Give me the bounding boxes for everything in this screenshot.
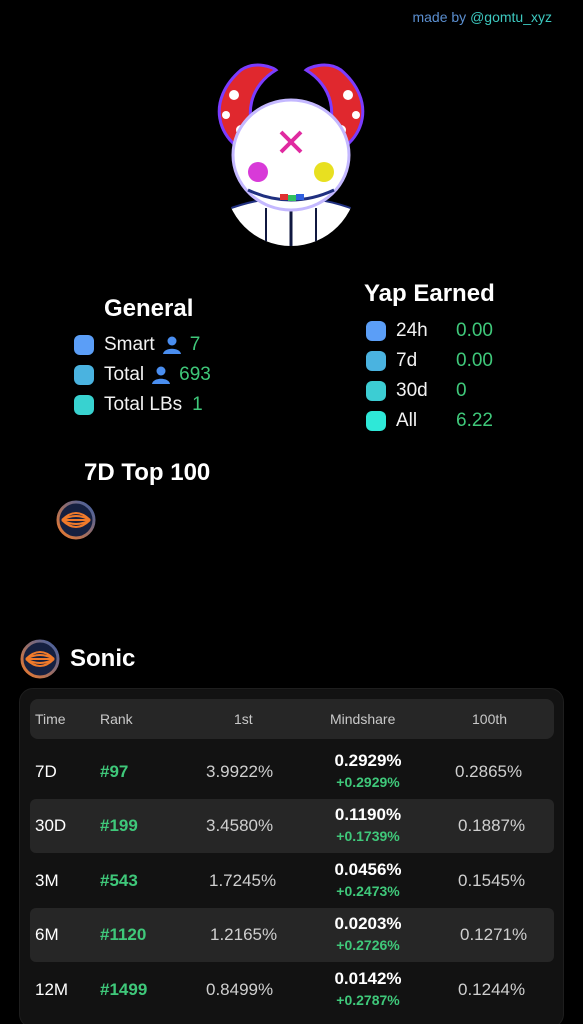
cell-mindshare: 0.1190% +0.1739% bbox=[313, 804, 423, 846]
yap-24h-value: 0.00 bbox=[456, 320, 493, 341]
header-first: 1st bbox=[234, 711, 253, 727]
yap-7d-value: 0.00 bbox=[456, 350, 493, 371]
header-rank: Rank bbox=[100, 711, 133, 727]
cell-mindshare: 0.2929% +0.2929% bbox=[313, 750, 423, 792]
yap-30d-row: 30d 0 bbox=[366, 380, 467, 402]
yap-7d-label: 7d bbox=[396, 350, 418, 371]
cell-rank: #543 bbox=[100, 871, 138, 890]
header-time: Time bbox=[35, 711, 66, 727]
cell-first: 1.2165% bbox=[210, 925, 278, 944]
header-mindshare: Mindshare bbox=[330, 711, 396, 727]
yap-7d-dot bbox=[366, 351, 386, 371]
cell-mindshare: 0.0456% +0.2473% bbox=[313, 859, 423, 901]
mindshare-value: 0.2929% bbox=[334, 751, 402, 770]
table-row: 6M #1120 1.2165% 0.0203% +0.2726% 0.1271… bbox=[30, 908, 554, 962]
yap-title: Yap Earned bbox=[364, 280, 495, 307]
avatar bbox=[217, 63, 365, 246]
mindshare-value: 0.0203% bbox=[334, 914, 402, 933]
table-row: 3M #543 1.7245% 0.0456% +0.2473% 0.1545% bbox=[30, 854, 554, 908]
mindshare-delta: +0.2787% bbox=[336, 992, 400, 1008]
cell-time: 3M bbox=[35, 871, 59, 890]
mindshare-value: 0.1190% bbox=[334, 805, 402, 824]
smart-dot bbox=[74, 335, 94, 355]
general-smart-row: Smart 7 bbox=[74, 334, 200, 356]
yap-24h-label: 24h bbox=[396, 320, 428, 341]
yap-24h-row: 24h 0.00 bbox=[366, 320, 493, 342]
mindshare-delta: +0.2473% bbox=[336, 883, 400, 899]
cell-time: 6M bbox=[35, 925, 59, 944]
sonic-logo-icon[interactable] bbox=[56, 500, 96, 540]
general-title: General bbox=[104, 295, 194, 322]
mindshare-value: 0.0142% bbox=[334, 969, 402, 988]
table-row: 30D #199 3.4580% 0.1190% +0.1739% 0.1887… bbox=[30, 799, 554, 853]
table-row: 12M #1499 0.8499% 0.0142% +0.2787% 0.124… bbox=[30, 963, 554, 1017]
person-icon bbox=[152, 366, 171, 384]
yap-30d-label: 30d bbox=[396, 380, 428, 401]
mindshare-delta: +0.2929% bbox=[336, 774, 400, 790]
mindshare-delta: +0.1739% bbox=[336, 828, 400, 844]
cell-hundredth: 0.1887% bbox=[458, 816, 526, 835]
lbs-value: 1 bbox=[192, 394, 203, 415]
smart-label: Smart bbox=[104, 334, 155, 355]
cell-time: 12M bbox=[35, 980, 69, 999]
yap-all-label: All bbox=[396, 410, 418, 431]
yap-all-dot bbox=[366, 411, 386, 431]
credit-prefix: made by bbox=[412, 9, 467, 25]
cell-time: 30D bbox=[35, 816, 67, 835]
top100-title: 7D Top 100 bbox=[84, 459, 211, 486]
total-label: Total bbox=[104, 364, 145, 385]
yap-all-row: All 6.22 bbox=[366, 410, 493, 432]
general-total-row: Total 693 bbox=[74, 364, 211, 386]
total-dot bbox=[74, 365, 94, 385]
cell-mindshare: 0.0203% +0.2726% bbox=[313, 913, 423, 955]
cell-rank: #97 bbox=[100, 762, 129, 781]
cell-hundredth: 0.1545% bbox=[458, 871, 526, 890]
mindshare-delta: +0.2726% bbox=[336, 937, 400, 953]
yap-24h-dot bbox=[366, 321, 386, 341]
cell-rank: #1120 bbox=[100, 925, 147, 944]
cell-mindshare: 0.0142% +0.2787% bbox=[313, 968, 423, 1010]
header-hundredth: 100th bbox=[472, 711, 508, 727]
cell-rank: #199 bbox=[100, 816, 138, 835]
cell-time: 7D bbox=[35, 762, 57, 781]
yap-30d-value: 0 bbox=[456, 380, 467, 401]
table-row: 7D #97 3.9922% 0.2929% +0.2929% 0.2865% bbox=[30, 745, 554, 799]
cell-hundredth: 0.2865% bbox=[455, 762, 523, 781]
total-value: 693 bbox=[179, 364, 211, 385]
cell-first: 0.8499% bbox=[206, 980, 274, 999]
lbs-dot bbox=[74, 395, 94, 415]
mindshare-value: 0.0456% bbox=[334, 860, 402, 879]
cell-first: 3.4580% bbox=[206, 816, 274, 835]
yap-all-value: 6.22 bbox=[456, 410, 493, 431]
cell-hundredth: 0.1244% bbox=[458, 980, 526, 999]
smart-value: 7 bbox=[189, 334, 201, 355]
sonic-logo-icon bbox=[20, 639, 60, 679]
cell-first: 1.7245% bbox=[209, 871, 277, 890]
yap-7d-row: 7d 0.00 bbox=[366, 350, 493, 372]
lbs-label: Total LBs bbox=[104, 394, 183, 415]
person-icon bbox=[162, 336, 181, 354]
credit-handle[interactable]: @gomtu_xyz bbox=[470, 9, 552, 25]
table-header: Time Rank 1st Mindshare 100th bbox=[30, 699, 554, 739]
general-lbs-row: Total LBs 1 bbox=[74, 394, 203, 416]
yap-30d-dot bbox=[366, 381, 386, 401]
credit-text[interactable]: made by @gomtu_xyz bbox=[412, 9, 552, 25]
cell-hundredth: 0.1271% bbox=[460, 925, 528, 944]
cell-rank: #1499 bbox=[100, 980, 148, 999]
mindshare-table: Time Rank 1st Mindshare 100th 7D #97 3.9… bbox=[19, 688, 564, 1024]
project-name: Sonic bbox=[70, 645, 136, 672]
cell-first: 3.9922% bbox=[206, 762, 274, 781]
